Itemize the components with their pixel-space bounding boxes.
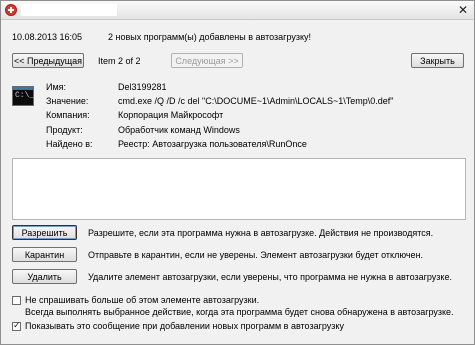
quarantine-button[interactable]: Карантин	[12, 247, 77, 262]
window-close-icon[interactable]: ✕	[456, 3, 470, 17]
quarantine-description: Отправьте в карантин, если не уверены. Э…	[88, 250, 424, 260]
details-textbox[interactable]	[12, 158, 466, 220]
field-label-company: Компания:	[46, 110, 90, 120]
redacted-title	[21, 4, 117, 16]
allow-button[interactable]: Разрешить	[12, 225, 77, 240]
previous-button[interactable]: << Предыдущая	[12, 53, 84, 68]
field-label-name: Имя:	[46, 82, 67, 92]
cmd-icon: C:\_	[12, 86, 34, 106]
show-message-checkbox[interactable]	[12, 320, 21, 331]
next-button[interactable]: Следующая >>	[171, 53, 243, 68]
field-label-value: Значение:	[46, 96, 89, 106]
alert-message: 2 новых программ(ы) добавлены в автозагр…	[108, 32, 312, 42]
title-bar[interactable]: ✕	[1, 1, 474, 20]
show-message-label[interactable]: Показывать это сообщение при добавлении …	[25, 321, 344, 331]
dont-ask-label-line1[interactable]: Не спрашивать больше об этом элементе ав…	[25, 295, 259, 305]
delete-button[interactable]: Удалить	[12, 269, 77, 284]
field-value-value: cmd.exe /Q /D /c del "C:\DOCUME~1\Admin\…	[118, 96, 394, 106]
field-value-name: Del3199281	[118, 82, 167, 92]
autorun-alert-window: ✕ 10.08.2013 16:05 2 новых программ(ы) д…	[0, 0, 475, 345]
app-icon	[5, 4, 17, 16]
field-value-product: Обработчик команд Windows	[118, 125, 240, 135]
delete-description: Удалите элемент автозагрузки, если увере…	[88, 272, 452, 282]
dont-ask-checkbox[interactable]	[12, 296, 21, 305]
close-button[interactable]: Закрыть	[411, 53, 464, 68]
field-label-product: Продукт:	[46, 125, 83, 135]
allow-description: Разрешите, если эта программа нужна в ав…	[88, 228, 434, 238]
dont-ask-label-line2: Всегда выполнять выбранное действие, ког…	[25, 307, 454, 317]
field-label-found-in: Найдено в:	[46, 139, 93, 149]
field-value-found-in: Реестр: Автозагрузка пользователя\RunOnc…	[118, 139, 307, 149]
event-date: 10.08.2013 16:05	[12, 32, 83, 42]
item-counter: Item 2 of 2	[98, 56, 141, 66]
field-value-company: Корпорация Майкрософт	[118, 110, 224, 120]
